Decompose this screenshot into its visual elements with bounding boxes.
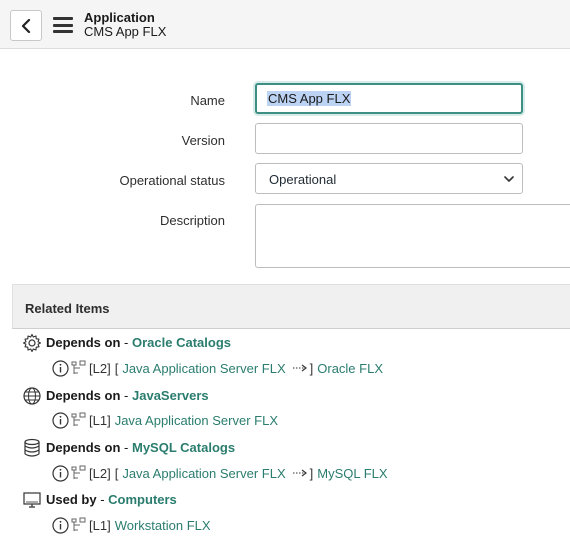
- hierarchy-icon[interactable]: [71, 360, 87, 376]
- description-field[interactable]: [255, 204, 570, 268]
- globe-icon: [23, 387, 41, 405]
- hierarchy-icon[interactable]: [71, 517, 87, 533]
- back-button[interactable]: [10, 10, 42, 41]
- related-path-row: [L2] [ Java Application Server FLX ] MyS…: [52, 464, 388, 482]
- related-group-heading: Depends on - Oracle Catalogs: [46, 335, 231, 350]
- record-type-title: Application: [84, 10, 155, 25]
- relation-separator: -: [124, 440, 129, 455]
- arrow-right-icon: [292, 469, 307, 477]
- hierarchy-icon[interactable]: [71, 465, 87, 481]
- operational-status-value: Operational: [269, 172, 337, 187]
- related-items-title: Related Items: [25, 301, 110, 316]
- menu-icon[interactable]: [53, 17, 73, 33]
- path-open-bracket: [: [114, 360, 119, 376]
- path-end-link[interactable]: Oracle FLX: [317, 361, 383, 376]
- relation-type: Depends on: [46, 388, 121, 403]
- related-group-heading: Depends on - JavaServers: [46, 388, 209, 403]
- relation-type: Depends on: [46, 335, 121, 350]
- hierarchy-icon[interactable]: [71, 412, 87, 428]
- chevron-left-icon: [21, 18, 31, 33]
- name-label: Name: [190, 93, 225, 108]
- info-icon[interactable]: [52, 464, 69, 482]
- related-group-heading: Used by - Computers: [46, 492, 177, 507]
- related-path-row: [L1] Workstation FLX: [52, 516, 211, 534]
- path-open-bracket: [: [114, 465, 119, 481]
- version-label: Version: [181, 133, 225, 148]
- path-level: [L2]: [89, 360, 111, 376]
- info-icon[interactable]: [52, 411, 69, 429]
- computer-icon: [23, 492, 41, 508]
- status-label: Operational status: [119, 173, 225, 188]
- version-field[interactable]: [255, 123, 523, 154]
- path-close-bracket: ]: [309, 465, 314, 481]
- path-end-link[interactable]: Java Application Server FLX: [115, 413, 278, 428]
- related-target-link[interactable]: Oracle Catalogs: [132, 335, 231, 350]
- path-level: [L1]: [89, 517, 111, 533]
- info-icon[interactable]: [52, 516, 69, 534]
- operational-status-select[interactable]: Operational: [255, 163, 523, 194]
- related-target-link[interactable]: JavaServers: [132, 388, 209, 403]
- relation-separator: -: [124, 335, 129, 350]
- related-target-link[interactable]: Computers: [108, 492, 177, 507]
- relation-separator: -: [100, 492, 105, 507]
- related-items-header: Related Items: [12, 284, 570, 329]
- related-path-row: [L2] [ Java Application Server FLX ] Ora…: [52, 359, 383, 377]
- record-name-subtitle: CMS App FLX: [84, 24, 167, 39]
- path-hop-link[interactable]: Java Application Server FLX: [122, 466, 285, 481]
- path-close-bracket: ]: [309, 360, 314, 376]
- relation-separator: -: [124, 388, 129, 403]
- form-header: Application CMS App FLX: [0, 0, 570, 49]
- path-level: [L1]: [89, 412, 111, 428]
- relation-type: Used by: [46, 492, 97, 507]
- chevron-down-icon: [504, 176, 514, 182]
- gear-icon: [22, 333, 42, 353]
- relation-type: Depends on: [46, 440, 121, 455]
- path-end-link[interactable]: MySQL FLX: [317, 466, 387, 481]
- database-icon: [24, 438, 40, 457]
- related-group-heading: Depends on - MySQL Catalogs: [46, 440, 235, 455]
- related-target-link[interactable]: MySQL Catalogs: [132, 440, 235, 455]
- name-field-value: CMS App FLX: [267, 91, 352, 106]
- path-end-link[interactable]: Workstation FLX: [115, 518, 211, 533]
- arrow-right-icon: [292, 364, 307, 372]
- name-field[interactable]: CMS App FLX: [255, 83, 523, 114]
- description-label: Description: [159, 213, 225, 228]
- path-level: [L2]: [89, 465, 111, 481]
- path-hop-link[interactable]: Java Application Server FLX: [122, 361, 285, 376]
- info-icon[interactable]: [52, 359, 69, 377]
- related-path-row: [L1] Java Application Server FLX: [52, 411, 278, 429]
